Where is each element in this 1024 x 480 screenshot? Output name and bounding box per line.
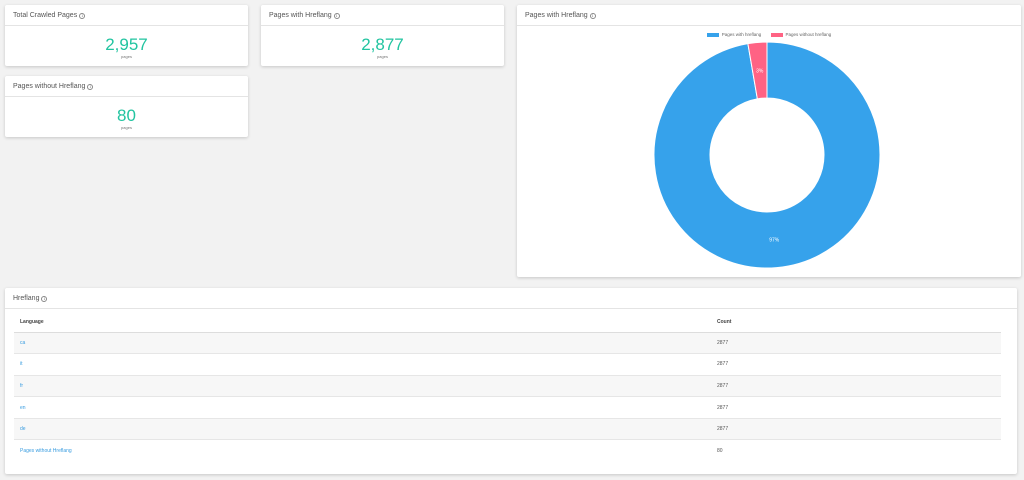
count-cell: 2877 [711,353,1001,376]
hreflang-chart-card: Pages with Hreflang i Pages with hreflang… [517,5,1021,277]
count-cell: 2877 [711,417,1001,440]
language-cell: de [14,417,711,440]
language-cell: fr [14,374,711,397]
info-icon[interactable]: i [79,13,86,19]
total-crawled-pages-card: Total Crawled Pages i 2,957 pages [5,5,248,66]
count-cell: 80 [711,439,1001,462]
info-icon[interactable]: i [87,84,94,90]
column-header-language[interactable]: Language [14,313,711,333]
card-header: Hreflang i [5,288,1017,309]
card-title: Pages with Hreflang [269,12,332,19]
pages-without-hreflang-card: Pages without Hreflang i 80 pages [5,76,248,137]
stat-value: 80 [117,106,136,125]
language-cell: Pages without Hreflang [14,439,711,462]
card-title: Hreflang [13,295,40,302]
table-row: fr 2877 [14,374,1001,397]
stat-unit: pages [121,125,132,130]
table-row: en 2877 [14,396,1001,419]
stat-value: 2,877 [361,35,404,54]
slice-label-without: 3% [756,68,764,74]
table-row: it 2877 [14,353,1001,376]
slice-label-with: 97% [769,238,780,244]
hreflang-table-card: Hreflang i Language Count ca 2877 it 2877… [5,288,1017,474]
language-link[interactable]: en [20,405,26,411]
language-cell: en [14,396,711,419]
card-header: Pages without Hreflang i [5,76,248,97]
table-row: ca 2877 [14,331,1001,354]
card-header: Pages with Hreflang i [261,5,504,26]
donut-chart: 97% 3% [653,41,881,269]
stat-unit: pages [377,54,388,59]
hreflang-table: Language Count ca 2877 it 2877 fr 2877 e… [14,313,1001,462]
language-link[interactable]: Pages without Hreflang [20,448,72,454]
table-header-row: Language Count [14,313,1001,333]
card-header: Total Crawled Pages i [5,5,248,26]
count-cell: 2877 [711,331,1001,354]
language-link[interactable]: fr [20,383,23,389]
table-row: de 2877 [14,417,1001,440]
count-cell: 2877 [711,396,1001,419]
language-link[interactable]: de [20,426,26,432]
card-title: Total Crawled Pages [13,12,78,19]
language-link[interactable]: ca [20,340,25,346]
language-link[interactable]: it [20,361,23,367]
language-cell: it [14,353,711,376]
column-header-count[interactable]: Count [711,313,1001,333]
card-title: Pages without Hreflang [13,83,86,90]
pages-with-hreflang-card: Pages with Hreflang i 2,877 pages [261,5,504,66]
language-cell: ca [14,331,711,354]
stat-value: 2,957 [105,35,148,54]
info-icon[interactable]: i [41,296,48,302]
count-cell: 2877 [711,374,1001,397]
stat-unit: pages [121,54,132,59]
table-row: Pages without Hreflang 80 [14,439,1001,462]
info-icon[interactable]: i [333,13,340,19]
